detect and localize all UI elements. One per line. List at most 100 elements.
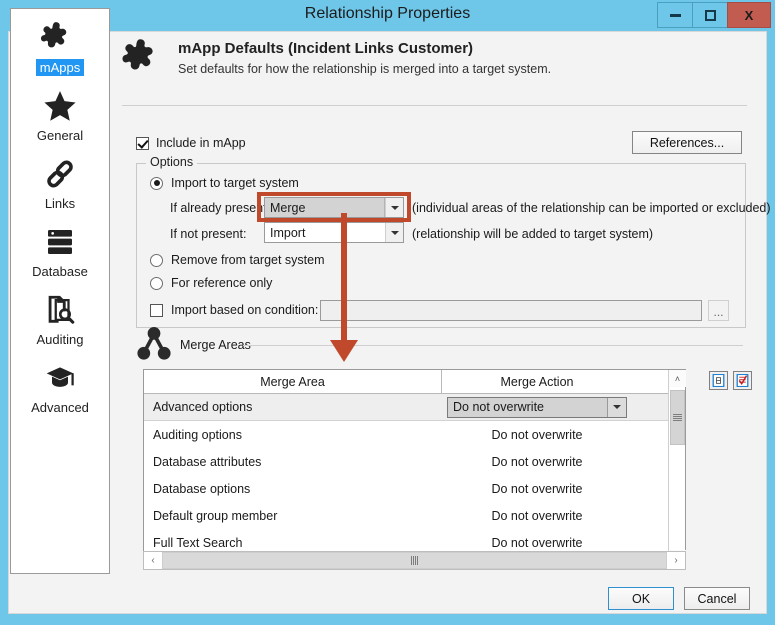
radio-import-to-target-system[interactable]: Import to target system [150,176,299,190]
cell-merge-area: Full Text Search [153,535,243,550]
banner-divider [122,105,747,106]
radio-remove-from-target-system[interactable]: Remove from target system [150,253,325,267]
title-bar: Relationship Properties X [0,0,775,31]
sidebar-item-auditing[interactable]: Auditing [11,281,109,349]
if-already-present-value: Merge [265,198,385,217]
vertical-scroll-thumb[interactable] [670,390,685,445]
sidebar-item-label: mApps [35,59,85,76]
table-row[interactable]: Database attributes Do not overwrite [144,448,685,475]
radio-for-reference-only-indicator[interactable] [150,276,163,290]
chevron-down-icon[interactable] [385,223,403,242]
star-icon [11,86,109,126]
cancel-button[interactable]: Cancel [684,587,750,610]
scroll-right-button[interactable]: › [667,552,685,569]
merge-areas-divider [243,345,743,346]
page-subtitle: Set defaults for how the relationship is… [178,62,552,76]
condition-browse-button[interactable]: ... [708,300,729,321]
cell-merge-action: Do not overwrite [491,535,583,550]
cell-merge-area: Advanced options [153,400,253,414]
table-horizontal-scrollbar[interactable]: ‹ › [143,551,686,570]
table-vertical-scrollbar[interactable]: ˄ ˅ [668,370,686,567]
select-all-checked-button[interactable] [733,371,752,390]
sidebar-item-label: General [36,128,84,143]
radio-import-to-target-indicator[interactable] [150,176,163,190]
scroll-left-button[interactable]: ‹ [144,552,162,569]
scroll-up-button[interactable]: ˄ [669,370,686,387]
horizontal-scroll-track[interactable] [162,552,667,569]
select-all-checked-icon [736,374,749,387]
sidebar-item-label: Links [44,196,76,211]
relationship-properties-window: Relationship Properties X mApps General … [0,0,775,625]
if-already-present-hint: (individual areas of the relationship ca… [412,201,771,215]
sidebar-item-mapps[interactable]: mApps [11,9,109,77]
document-search-icon [11,290,109,330]
sidebar-item-advanced[interactable]: Advanced [11,349,109,417]
scroll-grip-icon [673,414,682,421]
puzzle-piece-icon [11,18,109,58]
sidebar-item-links[interactable]: Links [11,145,109,213]
cell-merge-area: Database options [153,481,251,496]
table-row[interactable]: Auditing options Do not overwrite [144,421,685,448]
include-in-mapp-checkbox[interactable] [136,136,149,150]
merge-areas-table: Merge Area Merge Action Advanced options… [143,369,686,568]
ok-button[interactable]: OK [608,587,674,610]
sidebar-item-label: Database [32,264,88,279]
sidebar-item-label: Advanced [31,400,89,415]
table-header-row: Merge Area Merge Action [144,370,685,394]
radio-remove-from-target-indicator[interactable] [150,253,163,267]
if-already-present-combo[interactable]: Merge [264,197,404,218]
select-none-icon [712,374,725,387]
table-row[interactable]: Database options Do not overwrite [144,475,685,502]
include-in-mapp-row[interactable]: Include in mApp [136,136,246,150]
cell-merge-area: Auditing options [153,427,242,442]
condition-input[interactable] [320,300,702,321]
database-icon [11,222,109,262]
if-already-present-label: If already present: [170,201,271,215]
radio-remove-from-target-label: Remove from target system [171,253,325,267]
horizontal-scroll-thumb[interactable] [162,552,667,569]
merge-branch-icon [137,326,171,361]
graduation-cap-icon [11,358,109,398]
radio-for-reference-only[interactable]: For reference only [150,276,272,290]
banner-puzzle-piece-icon [122,38,170,86]
column-header-merge-area[interactable]: Merge Area [144,370,442,393]
import-based-on-condition-checkbox[interactable] [150,303,163,317]
if-not-present-combo[interactable]: Import [264,222,404,243]
close-button[interactable]: X [727,2,771,28]
cell-merge-area: Database attributes [153,454,262,469]
radio-import-to-target-label: Import to target system [171,176,299,190]
merge-areas-section-label: Merge Areas [180,338,251,352]
include-in-mapp-label: Include in mApp [156,136,246,150]
table-row[interactable]: Advanced options Do not overwrite [144,394,685,421]
minimize-icon [669,13,681,17]
maximize-button[interactable] [692,2,728,28]
merge-action-value: Do not overwrite [453,400,545,414]
if-not-present-label: If not present: [170,227,247,241]
cell-merge-action: Do not overwrite [491,427,583,442]
if-not-present-value: Import [270,225,306,240]
options-group-legend: Options [146,155,198,169]
select-none-button[interactable] [709,371,728,390]
sidebar-item-general[interactable]: General [11,77,109,145]
table-row[interactable]: Default group member Do not overwrite [144,502,685,529]
import-based-on-condition-label: Import based on condition: [171,303,319,317]
category-sidebar: mApps General Links Database Auditing Ad… [10,8,110,574]
window-controls: X [657,2,771,28]
chevron-down-icon[interactable] [607,397,626,417]
scroll-grip-icon [411,556,418,565]
merge-action-combo[interactable]: Do not overwrite [447,396,627,418]
sidebar-item-database[interactable]: Database [11,213,109,281]
references-button[interactable]: References... [632,131,742,154]
cell-merge-area: Default group member [153,508,278,523]
sidebar-item-label: Auditing [36,332,84,347]
chain-link-icon [11,154,109,194]
chevron-down-icon[interactable] [385,198,403,217]
if-not-present-hint: (relationship will be added to target sy… [412,227,654,241]
import-based-on-condition-row[interactable]: Import based on condition: [150,303,318,317]
minimize-button[interactable] [657,2,693,28]
column-header-merge-action[interactable]: Merge Action [442,370,632,393]
cell-merge-action: Do not overwrite [491,508,583,523]
cell-merge-action[interactable]: Do not overwrite [442,396,632,418]
radio-for-reference-only-label: For reference only [171,276,273,290]
page-title: mApp Defaults (Incident Links Customer) [178,40,474,57]
